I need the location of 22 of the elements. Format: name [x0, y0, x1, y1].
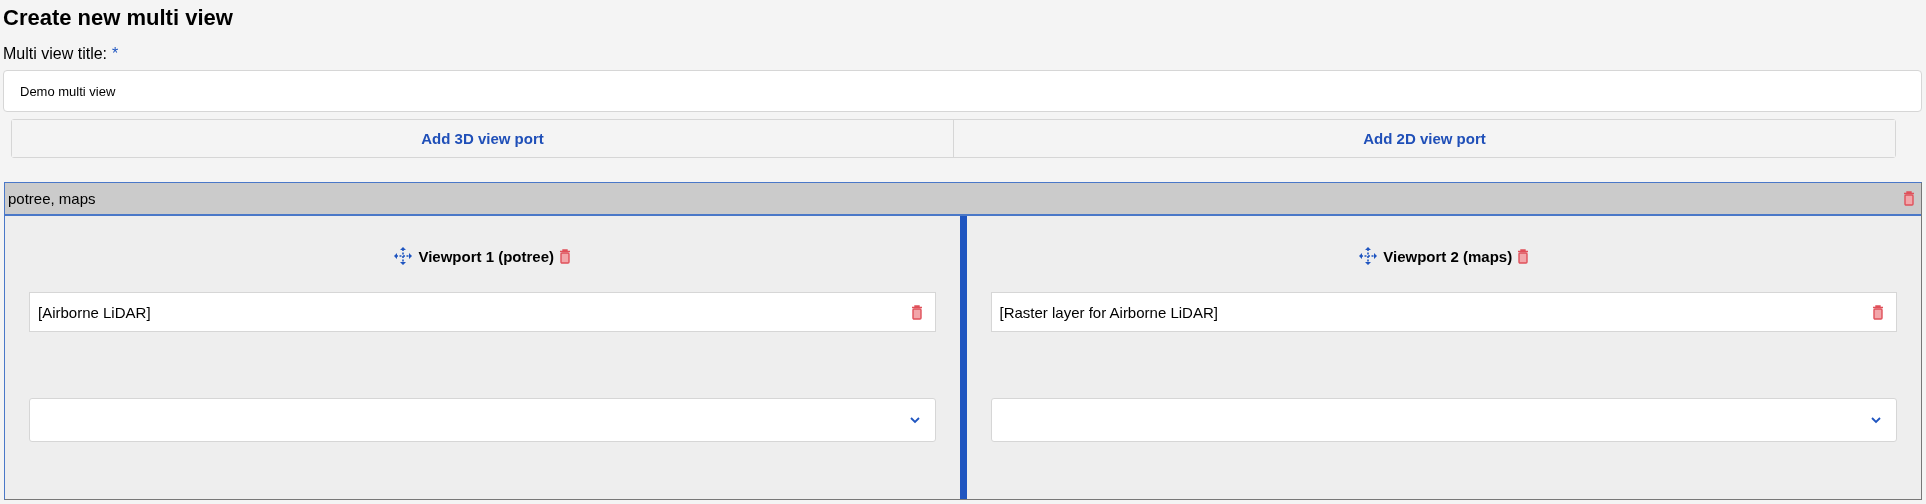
page-title: Create new multi view [3, 5, 234, 31]
field-label: Multi view title: [3, 45, 108, 63]
trash-icon[interactable] [1872, 304, 1884, 320]
viewport-title: Viewport 1 (potree) [418, 247, 555, 265]
required-mark: * [112, 45, 119, 63]
trash-icon[interactable] [1517, 248, 1530, 264]
layer-name: [Airborne LiDAR] [38, 303, 151, 321]
panel-title: potree, maps [8, 190, 96, 207]
layer-name: [Raster layer for Airborne LiDAR] [999, 303, 1218, 321]
viewport-title: Viewport 2 (maps) [1383, 247, 1513, 265]
trash-icon[interactable] [910, 304, 923, 320]
chevron-down-icon [1870, 416, 1882, 424]
trash-icon[interactable] [559, 248, 572, 264]
add-viewport-button[interactable]: Add 2D view port [953, 120, 1895, 157]
chevron-down-icon [908, 416, 921, 424]
trash-icon[interactable] [1903, 191, 1915, 206]
move-icon[interactable] [1358, 246, 1379, 266]
splitter-handle[interactable] [959, 216, 967, 499]
layer-item[interactable]: [Airborne LiDAR] [29, 292, 936, 332]
title-input-field[interactable]: Demo multi view [3, 70, 1922, 112]
layer-item[interactable]: [Raster layer for Airborne LiDAR] [990, 292, 1897, 332]
move-icon[interactable] [393, 246, 414, 266]
